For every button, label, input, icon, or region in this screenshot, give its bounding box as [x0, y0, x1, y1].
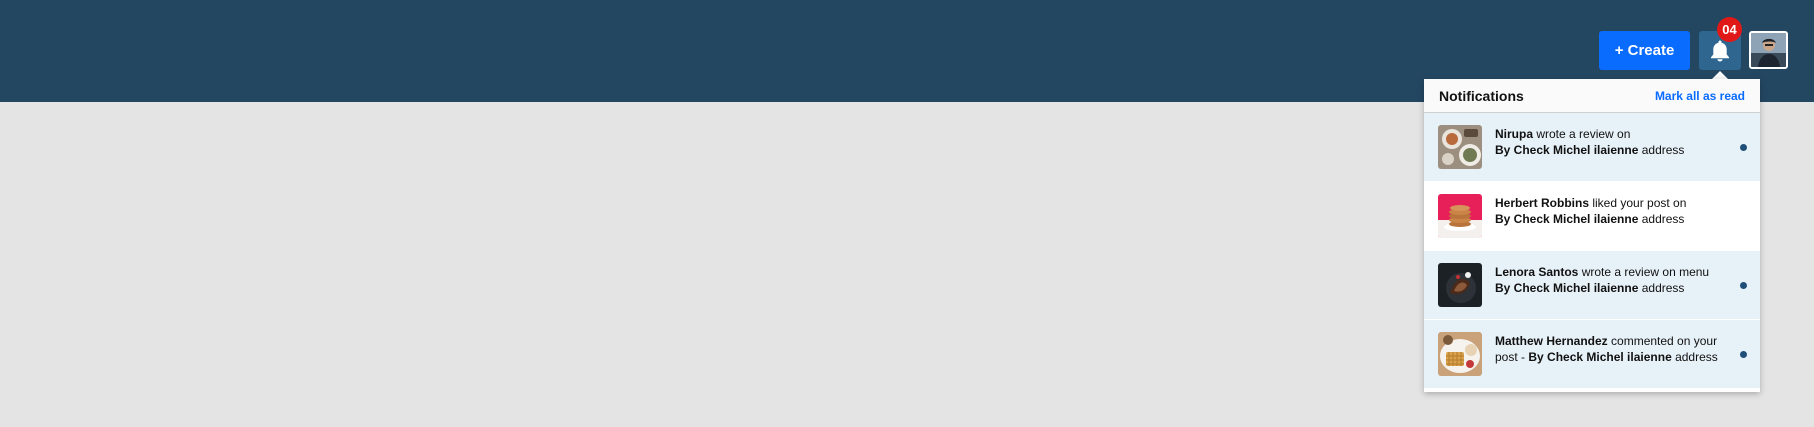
- dropdown-caret: [1712, 71, 1728, 79]
- notification-item[interactable]: Matthew Hernandez commented on your post…: [1424, 320, 1760, 389]
- notification-actor: Lenora Santos: [1495, 265, 1579, 279]
- notification-text: Nirupa wrote a review on By Check Michel …: [1495, 126, 1725, 158]
- user-avatar[interactable]: [1749, 31, 1788, 69]
- user-photo-icon: [1751, 33, 1786, 67]
- waffle-plate-icon: [1438, 332, 1482, 376]
- notification-actor: Nirupa: [1495, 127, 1534, 141]
- create-button[interactable]: + Create: [1599, 31, 1690, 70]
- notification-count-badge: 04: [1717, 17, 1742, 42]
- unread-dot: [1740, 282, 1747, 289]
- notification-prefix: -: [1517, 350, 1529, 364]
- notification-text: Lenora Santos wrote a review on menu By C…: [1495, 264, 1725, 296]
- bell-icon: [1711, 40, 1729, 61]
- notification-target: By Check Michel ilaienne: [1495, 281, 1639, 295]
- notification-target: By Check Michel ilaienne: [1495, 212, 1639, 226]
- notification-suffix: address: [1638, 212, 1685, 226]
- notification-thumbnail: [1438, 194, 1482, 238]
- cookie-stack-icon: [1438, 194, 1482, 238]
- notification-action: wrote a review on: [1533, 127, 1631, 141]
- notification-item[interactable]: Lenora Santos wrote a review on menu By C…: [1424, 251, 1760, 320]
- notification-text: Herbert Robbins liked your post on By Che…: [1495, 195, 1725, 227]
- notification-item[interactable]: Nirupa wrote a review on By Check Michel …: [1424, 113, 1760, 182]
- notification-thumbnail: [1438, 263, 1482, 307]
- notifications-dropdown: Notifications Mark all as read Nirupa wr…: [1424, 79, 1760, 392]
- chocolate-dessert-icon: [1438, 263, 1482, 307]
- notification-target: By Check Michel ilaienne: [1495, 143, 1639, 157]
- notification-target: By Check Michel ilaienne: [1528, 350, 1672, 364]
- notification-text: Matthew Hernandez commented on your post…: [1495, 333, 1725, 365]
- notifications-header: Notifications Mark all as read: [1424, 79, 1760, 113]
- notification-thumbnail: [1438, 125, 1482, 169]
- notification-action: wrote a review on menu: [1578, 265, 1710, 279]
- notification-suffix: address: [1671, 350, 1718, 364]
- notification-suffix: address: [1638, 281, 1685, 295]
- mark-all-read-link[interactable]: Mark all as read: [1655, 89, 1745, 103]
- notifications-title: Notifications: [1439, 88, 1524, 104]
- notification-actor: Herbert Robbins: [1495, 196, 1590, 210]
- unread-dot: [1740, 144, 1747, 151]
- food-plate-icon: [1438, 125, 1482, 169]
- notification-actor: Matthew Hernandez: [1495, 334, 1608, 348]
- notification-thumbnail: [1438, 332, 1482, 376]
- notification-suffix: address: [1638, 143, 1685, 157]
- notification-item[interactable]: Herbert Robbins liked your post on By Che…: [1424, 182, 1760, 251]
- unread-dot: [1740, 351, 1747, 358]
- notification-action: liked your post on: [1589, 196, 1687, 210]
